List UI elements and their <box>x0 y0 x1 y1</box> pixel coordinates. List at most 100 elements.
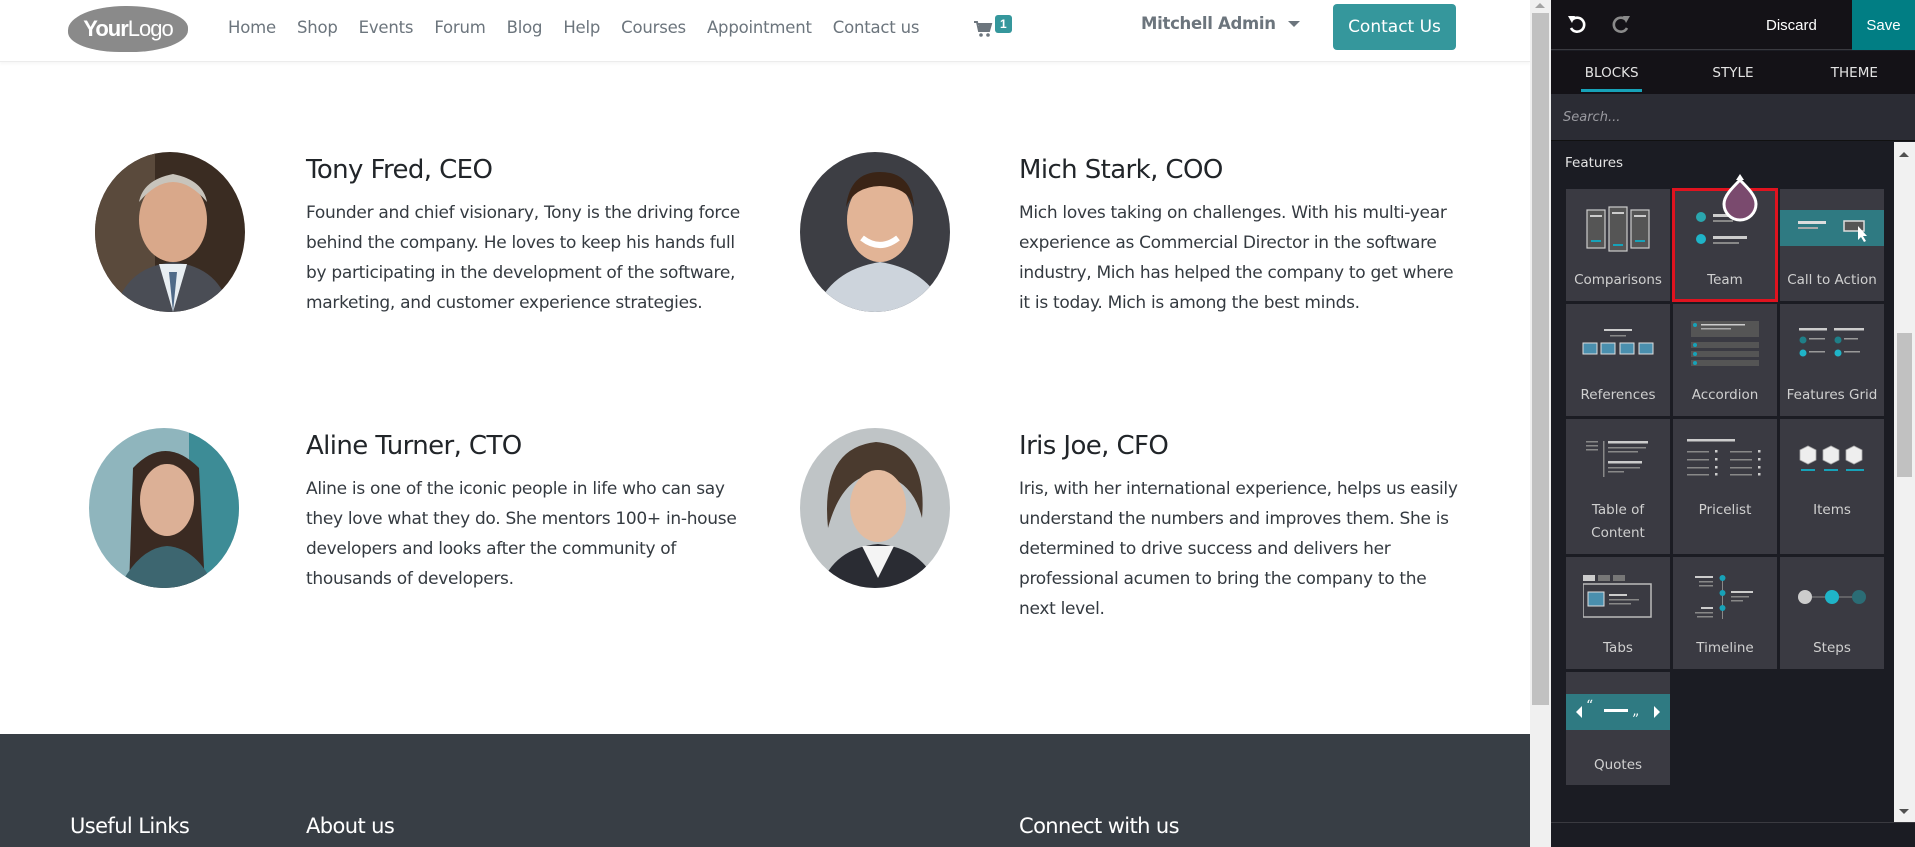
redo-icon[interactable] <box>1610 12 1632 36</box>
user-menu-dropdown[interactable]: Mitchell Admin <box>1141 14 1300 33</box>
discard-button[interactable]: Discard <box>1766 0 1817 50</box>
accordion-icon <box>1673 304 1777 384</box>
caret-down-icon <box>1287 20 1300 27</box>
nav-shop[interactable]: Shop <box>297 18 338 37</box>
pricelist-icon <box>1673 419 1777 499</box>
editor-tabs: BLOCKS STYLE THEME <box>1551 51 1915 94</box>
quotes-icon: “” <box>1566 672 1670 752</box>
features-grid-icon <box>1780 304 1884 384</box>
nav-courses[interactable]: Courses <box>621 18 686 37</box>
references-icon <box>1566 304 1670 384</box>
block-label: Team <box>1707 272 1743 288</box>
cart-link[interactable]: 1 <box>973 15 1012 39</box>
contact-us-button[interactable]: Contact Us <box>1333 4 1456 50</box>
team-member-bio: Founder and chief visionary, Tony is the… <box>306 203 740 313</box>
editor-toolbar: Discard Save <box>1551 0 1915 50</box>
block-label: Tabs <box>1603 640 1633 656</box>
call-to-action-icon <box>1780 189 1884 269</box>
block-items[interactable]: Items <box>1780 419 1884 554</box>
team-member-name: Aline Turner, CTO <box>306 431 522 461</box>
block-references[interactable]: References <box>1566 304 1670 416</box>
tab-blocks[interactable]: BLOCKS <box>1551 51 1672 94</box>
comparisons-icon <box>1566 189 1670 269</box>
drag-cursor-icon <box>1722 174 1758 222</box>
block-label: Quotes <box>1593 757 1643 773</box>
shopping-cart-icon <box>974 21 993 37</box>
team-member-bio: Aline is one of the iconic people in lif… <box>306 479 737 589</box>
block-comparisons[interactable]: Comparisons <box>1566 189 1670 301</box>
blocks-list: Features Comparisons Team Call to Action… <box>1551 142 1894 822</box>
block-table-of-content[interactable]: Table of Content <box>1566 419 1670 554</box>
block-label: Steps <box>1813 640 1851 656</box>
timeline-icon <box>1673 557 1777 637</box>
footer-useful-links-heading: Useful Links <box>70 814 190 838</box>
scroll-up-arrow-icon[interactable] <box>1899 152 1909 157</box>
user-name: Mitchell Admin <box>1141 14 1276 33</box>
blocks-search <box>1551 94 1915 141</box>
block-label: Comparisons <box>1574 272 1662 288</box>
block-label: Call to Action <box>1787 272 1877 288</box>
site-footer: Useful Links About us Connect with us <box>0 734 1530 847</box>
items-icon <box>1780 419 1884 499</box>
block-label: Features Grid <box>1786 387 1878 403</box>
team-member-name: Tony Fred, CEO <box>306 155 493 185</box>
category-title: Features <box>1565 155 1624 171</box>
save-button[interactable]: Save <box>1852 0 1915 50</box>
block-label: Items <box>1813 502 1851 518</box>
team-member-bio: Iris, with her international experience,… <box>1019 479 1458 619</box>
svg-text:“: “ <box>1586 698 1593 714</box>
logo-light-text: Logo <box>127 16 174 41</box>
team-member-name: Mich Stark, COO <box>1019 155 1223 185</box>
site-logo[interactable]: Your Logo <box>68 6 188 52</box>
scroll-down-arrow-icon[interactable] <box>1899 809 1909 814</box>
block-features-grid[interactable]: Features Grid <box>1780 304 1884 416</box>
editor-panel: Discard Save BLOCKS STYLE THEME Features… <box>1551 0 1915 847</box>
tabs-icon <box>1566 557 1670 637</box>
main-nav: Home Shop Events Forum Blog Help Courses… <box>228 0 919 54</box>
page-scrollbar-thumb[interactable] <box>1532 13 1549 705</box>
nav-forum[interactable]: Forum <box>434 18 486 37</box>
nav-appointment[interactable]: Appointment <box>707 18 812 37</box>
tab-theme[interactable]: THEME <box>1794 51 1915 94</box>
table-of-content-icon <box>1566 419 1670 499</box>
svg-text:”: ” <box>1632 712 1639 728</box>
site-header: Your Logo Home Shop Events Forum Blog Hel… <box>0 0 1530 62</box>
blocks-search-input[interactable] <box>1551 94 1915 140</box>
block-label: Pricelist <box>1698 502 1752 518</box>
nav-contact-us[interactable]: Contact us <box>833 18 920 37</box>
block-pricelist[interactable]: Pricelist <box>1673 419 1777 554</box>
team-photo-tony[interactable] <box>95 152 245 312</box>
team-member-name: Iris Joe, CFO <box>1019 431 1169 461</box>
team-photo-mich[interactable] <box>800 152 950 312</box>
block-label: Timeline <box>1696 640 1754 656</box>
block-label: References <box>1580 387 1656 403</box>
nav-home[interactable]: Home <box>228 18 276 37</box>
block-call-to-action[interactable]: Call to Action <box>1780 189 1884 301</box>
undo-icon[interactable] <box>1566 12 1588 36</box>
team-photo-aline[interactable] <box>89 428 239 588</box>
page-scrollbar[interactable] <box>1530 0 1551 847</box>
block-accordion[interactable]: Accordion <box>1673 304 1777 416</box>
team-photo-iris[interactable] <box>800 428 950 588</box>
panel-footer <box>1551 822 1915 847</box>
block-label: Accordion <box>1691 387 1759 403</box>
blocks-scrollbar[interactable] <box>1894 142 1915 822</box>
footer-about-us-heading: About us <box>306 814 395 838</box>
block-steps[interactable]: Steps <box>1780 557 1884 669</box>
website-preview: Your Logo Home Shop Events Forum Blog Hel… <box>0 0 1530 847</box>
nav-events[interactable]: Events <box>359 18 414 37</box>
steps-icon <box>1780 557 1884 637</box>
nav-help[interactable]: Help <box>563 18 600 37</box>
block-timeline[interactable]: Timeline <box>1673 557 1777 669</box>
blocks-scrollbar-thumb[interactable] <box>1897 333 1912 477</box>
logo-bold-text: Your <box>83 16 128 41</box>
footer-connect-heading: Connect with us <box>1019 814 1180 838</box>
block-tabs[interactable]: Tabs <box>1566 557 1670 669</box>
tab-style[interactable]: STYLE <box>1672 51 1793 94</box>
block-quotes[interactable]: “” Quotes <box>1566 672 1670 785</box>
block-label: Table of Content <box>1591 502 1645 541</box>
nav-blog[interactable]: Blog <box>507 18 543 37</box>
scroll-up-arrow-icon[interactable] <box>1535 3 1545 8</box>
cart-count-badge: 1 <box>995 15 1012 33</box>
team-member-bio: Mich loves taking on challenges. With hi… <box>1019 203 1454 313</box>
